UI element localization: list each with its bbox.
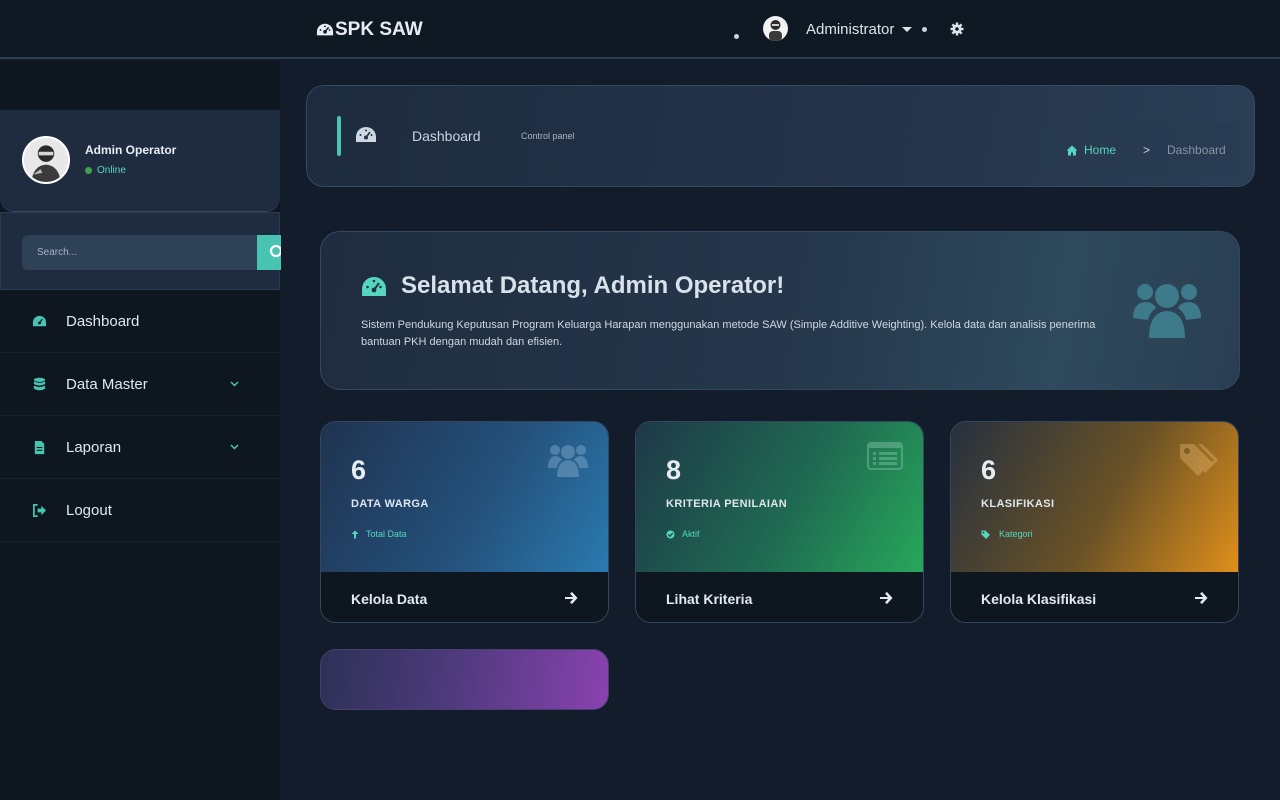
nav-indicator-dot [734,34,739,39]
online-status-icon [85,167,92,174]
stat-card-extra [320,649,609,710]
arrow-up-icon [351,530,359,538]
sidebar-item-label: Logout [66,501,112,519]
welcome-title: Selamat Datang, Admin Operator! [401,272,785,299]
tags-icon [1180,444,1218,476]
stat-card-klasifikasi: 6 KLASIFIKASI Kategori Kelola Klasifikas… [950,421,1239,623]
stat-label: DATA WARGA [351,498,429,510]
status-label: Online [97,165,126,176]
sidebar-item-label: Laporan [66,438,122,456]
header-accent-bar [337,116,341,156]
card-link-label: Lihat Kriteria [666,591,753,607]
file-icon [34,440,45,455]
content-header: Dashboard Control panel Home > Dashboard [306,85,1255,187]
navbar-avatar[interactable] [763,16,788,41]
card-footer[interactable]: Kelola Data [321,572,608,622]
sidebar-item-label: Dashboard [66,312,140,330]
stat-meta-label: Kategori [999,529,1033,539]
brand-logo[interactable]: SPK SAW [316,19,423,41]
navbar-username: Administrator [806,21,895,38]
breadcrumb-current: Dashboard [1167,143,1226,157]
card-footer[interactable]: Kelola Klasifikasi [951,572,1238,622]
search-input[interactable] [22,235,258,270]
stat-value: 6 [981,455,997,485]
nav-indicator-dot [922,27,927,32]
top-navbar: SPK SAW Administrator [0,0,1280,59]
breadcrumb: Home > Dashboard [1036,123,1241,175]
sidebar: Admin Operator Online Dashboard [0,61,281,800]
dashboard-icon [316,23,334,36]
user-name: Admin Operator [85,143,177,157]
sidebar-item-logout[interactable]: Logout [0,479,280,542]
users-icon [548,445,588,477]
search-button[interactable] [257,235,281,270]
stat-meta-label: Aktif [682,529,700,539]
tags-icon [981,530,990,539]
dashboard-icon [32,315,47,327]
stat-value: 8 [666,455,682,485]
home-icon [1066,145,1078,155]
arrow-right-icon [565,592,578,604]
caret-down-icon [902,27,913,32]
users-icon [1133,284,1201,338]
sidebar-item-data-master[interactable]: Data Master [0,353,280,416]
stat-meta: Total Data [351,529,407,539]
stat-meta: Kategori [981,529,1033,539]
avatar [22,136,70,184]
arrow-right-icon [1195,592,1208,604]
logout-icon [33,504,47,517]
search-icon [269,244,281,258]
sidebar-item-laporan[interactable]: Laporan [0,416,280,479]
sidebar-menu: Dashboard Data Master Laporan Logout [0,290,280,542]
welcome-text: Sistem Pendukung Keputusan Program Kelua… [361,319,1096,348]
dashboard-icon [362,277,386,296]
page-title: Dashboard [412,128,481,144]
dashboard-icon [356,127,376,142]
stat-label: KRITERIA PENILAIAN [666,498,788,510]
breadcrumb-home-label: Home [1084,143,1117,157]
sidebar-search [0,212,281,290]
sidebar-item-dashboard[interactable]: Dashboard [0,290,280,353]
stat-meta: Aktif [666,529,700,539]
stat-label: KLASIFIKASI [981,498,1055,510]
page-subtitle: Control panel [521,131,575,141]
stat-card-data-warga: 6 DATA WARGA Total Data Kelola Data [320,421,609,623]
stat-value: 6 [351,455,367,485]
database-icon [33,377,46,391]
arrow-right-icon [880,592,893,604]
sidebar-item-label: Data Master [66,375,148,393]
card-footer[interactable]: Lihat Kriteria [636,572,923,622]
welcome-banner: Selamat Datang, Admin Operator! Sistem P… [320,231,1240,390]
card-link-label: Kelola Data [351,591,428,607]
user-dropdown[interactable]: Administrator [806,21,913,38]
breadcrumb-home[interactable]: Home [1066,143,1116,157]
stat-card-kriteria: 8 KRITERIA PENILAIAN Aktif Lihat Kriteri… [635,421,924,623]
stat-meta-label: Total Data [366,529,407,539]
user-panel: Admin Operator Online [0,110,280,212]
breadcrumb-separator: > [1143,143,1151,157]
gear-icon[interactable] [950,22,964,36]
chevron-down-icon [230,381,239,387]
chevron-down-icon [230,444,239,450]
list-alt-icon [867,442,903,470]
user-status: Online [85,165,126,176]
card-link-label: Kelola Klasifikasi [981,591,1097,607]
brand-name: SPK SAW [335,19,423,40]
check-circle-icon [666,530,675,538]
